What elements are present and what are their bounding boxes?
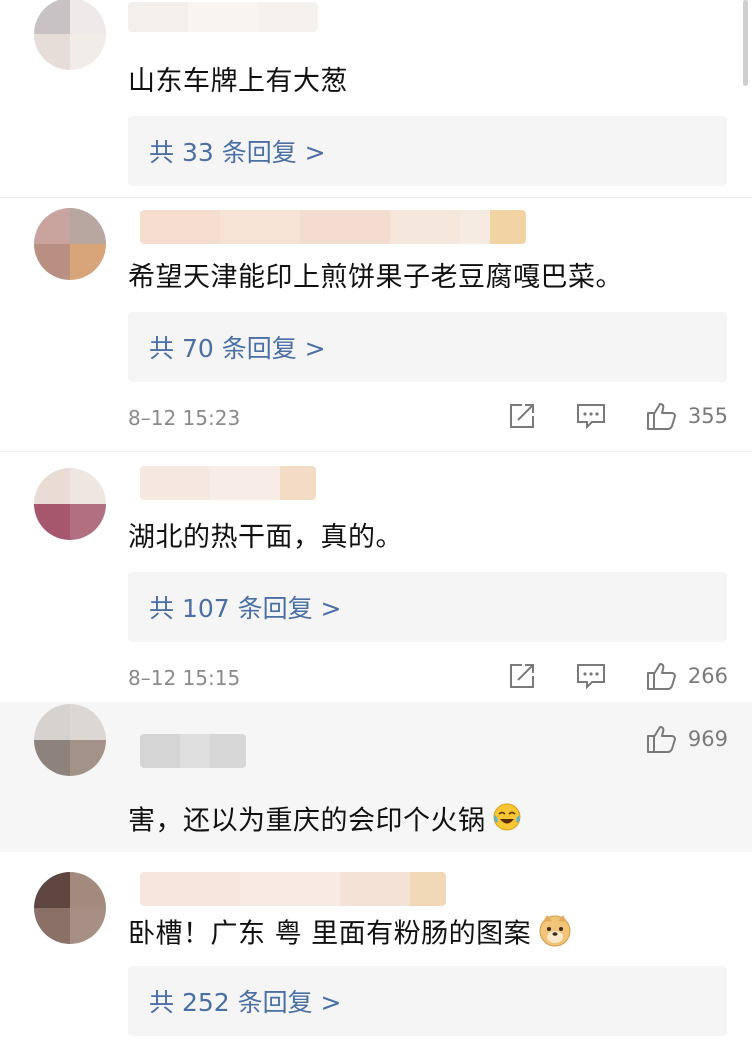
avatar[interactable] xyxy=(34,208,106,280)
avatar[interactable] xyxy=(34,0,106,70)
avatar[interactable] xyxy=(34,704,106,776)
comment-actions: 969 xyxy=(646,722,728,756)
comment-actions: 266 xyxy=(508,659,728,693)
comment-item: 希望天津能印上煎饼果子老豆腐嘎巴菜。 共 70 条回复 > 8–12 15:23… xyxy=(0,200,752,450)
username-blurred[interactable] xyxy=(140,872,446,906)
replies-link[interactable]: 共 33 条回复 > xyxy=(128,116,727,186)
share-icon[interactable] xyxy=(508,403,536,429)
like-button[interactable]: 355 xyxy=(646,401,728,431)
comment-item: 湖北的热干面，真的。 共 107 条回复 > 8–12 15:15 266 xyxy=(0,452,752,702)
like-button[interactable]: 266 xyxy=(646,661,728,691)
laughing-tears-emoji xyxy=(492,802,522,842)
divider xyxy=(0,197,752,198)
comment-text: 卧槽！广东 粤 里面有粉肠的图案 xyxy=(128,912,573,958)
comment-item: 山东车牌上有大葱 共 33 条回复 > xyxy=(0,0,752,200)
comment-text: 湖北的热干面，真的。 xyxy=(128,522,403,553)
username-blurred[interactable] xyxy=(140,466,316,500)
timestamp: 8–12 15:23 xyxy=(128,406,241,430)
comment-text: 山东车牌上有大葱 xyxy=(128,66,348,97)
like-count: 355 xyxy=(687,404,728,428)
comment-icon[interactable] xyxy=(576,663,606,689)
doge-emoji xyxy=(537,912,573,958)
username-blurred[interactable] xyxy=(128,2,318,32)
avatar[interactable] xyxy=(34,872,106,944)
like-count: 969 xyxy=(687,727,728,751)
thumbs-up-icon xyxy=(646,661,678,691)
comment-text-body: 害，还以为重庆的会印个火锅 xyxy=(128,805,486,837)
username-blurred[interactable] xyxy=(140,734,246,768)
timestamp: 8–12 15:15 xyxy=(128,666,241,690)
username-blurred[interactable] xyxy=(140,210,526,244)
replies-label: 共 252 条回复 > xyxy=(149,988,342,1017)
hot-comment: 969 害，还以为重庆的会印个火锅 xyxy=(0,702,752,852)
replies-link[interactable]: 共 70 条回复 > xyxy=(128,312,727,382)
like-button[interactable]: 969 xyxy=(646,724,728,754)
avatar[interactable] xyxy=(34,468,106,540)
like-count: 266 xyxy=(687,664,728,688)
replies-label: 共 33 条回复 > xyxy=(149,138,326,167)
replies-label: 共 70 条回复 > xyxy=(149,334,326,363)
comment-text-body: 卧槽！广东 粤 里面有粉肠的图案 xyxy=(128,918,532,950)
comment-text: 害，还以为重庆的会印个火锅 xyxy=(128,802,522,842)
replies-link[interactable]: 共 107 条回复 > xyxy=(128,572,727,642)
comment-item: 卧槽！广东 粤 里面有粉肠的图案 共 252 条回复 > xyxy=(0,852,752,1049)
replies-link[interactable]: 共 252 条回复 > xyxy=(128,966,727,1036)
comment-text: 希望天津能印上煎饼果子老豆腐嘎巴菜。 xyxy=(128,262,623,293)
comment-icon[interactable] xyxy=(576,403,606,429)
comment-actions: 355 xyxy=(508,399,728,433)
thumbs-up-icon xyxy=(646,724,678,754)
thumbs-up-icon xyxy=(646,401,678,431)
replies-label: 共 107 条回复 > xyxy=(149,594,342,623)
share-icon[interactable] xyxy=(508,663,536,689)
